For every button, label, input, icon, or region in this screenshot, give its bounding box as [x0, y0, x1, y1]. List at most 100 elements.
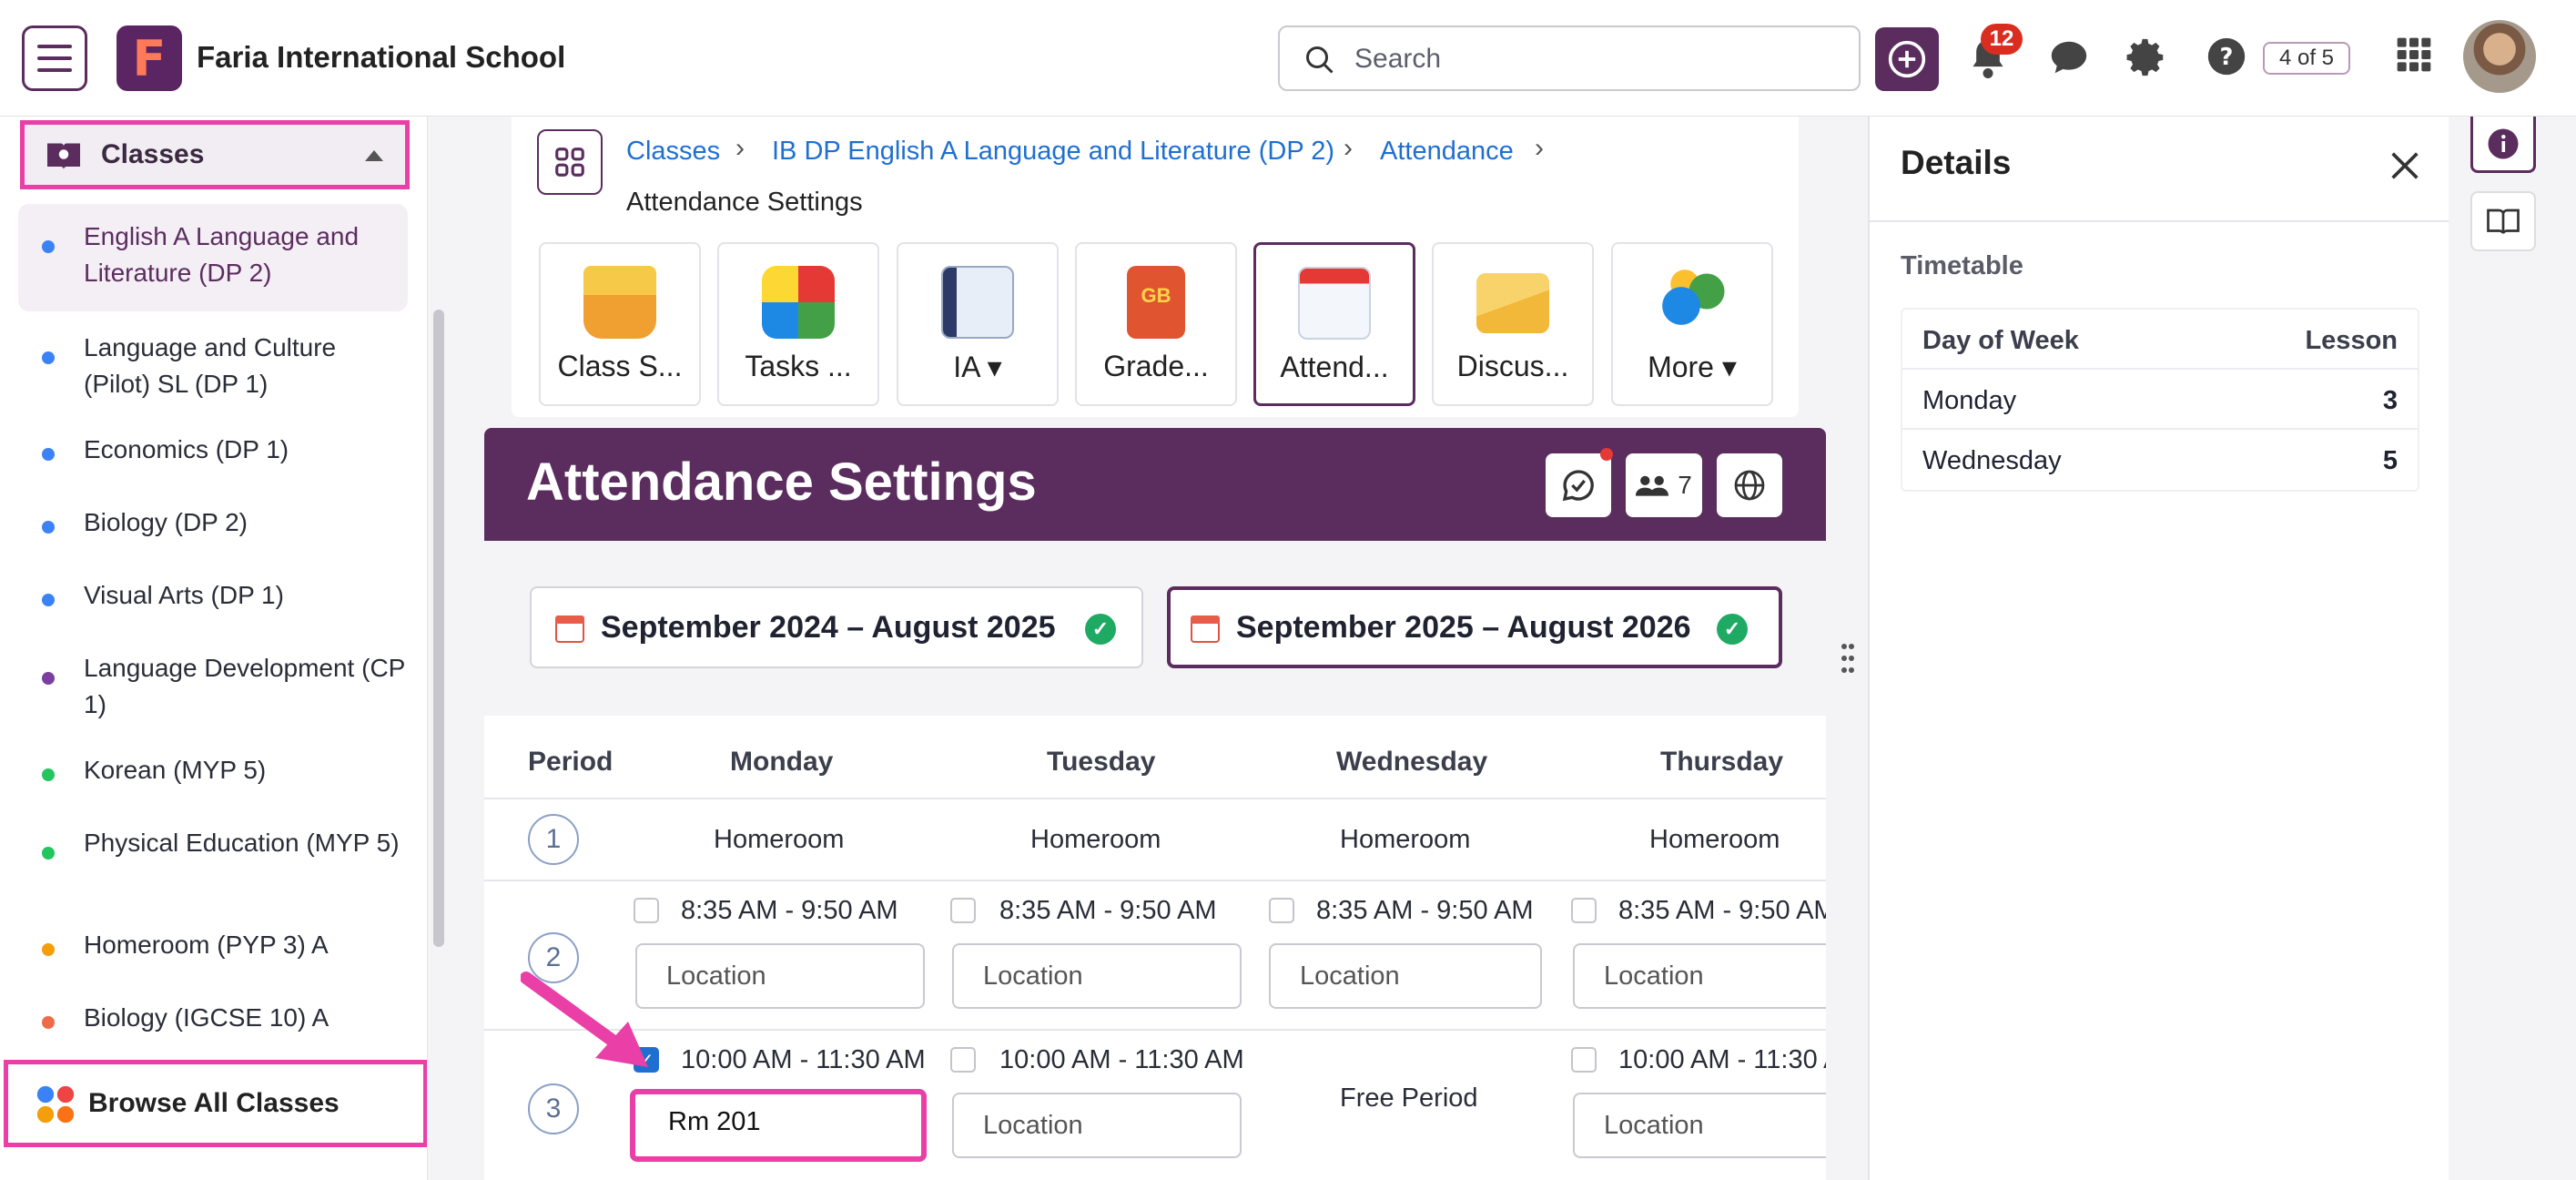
menu-button[interactable]: [22, 25, 87, 91]
class-dot-icon: [42, 448, 55, 461]
resize-handle-icon[interactable]: [1841, 643, 1855, 674]
tool-tile-discussions[interactable]: Discus...: [1432, 242, 1594, 406]
period-time: 8:35 AM - 9:50 AM: [999, 896, 1217, 925]
help-icon[interactable]: ?: [2206, 36, 2246, 76]
breadcrumb-link[interactable]: IB DP English A Language and Literature …: [772, 137, 1334, 167]
calendar-icon: [1191, 615, 1220, 643]
details-panel: Details Timetable Day of Week Lesson Mon…: [1868, 117, 2450, 1180]
period-checkbox[interactable]: [950, 898, 976, 923]
location-input[interactable]: Location: [952, 1093, 1242, 1158]
logo-letter: F: [132, 29, 167, 87]
sidebar-item-class[interactable]: Language Development (CP 1): [18, 639, 408, 727]
book-panel-button[interactable]: [2470, 191, 2536, 251]
info-icon: [2488, 128, 2519, 158]
location-input[interactable]: Location: [1269, 943, 1542, 1009]
search-icon: [1306, 46, 1334, 74]
chat-icon[interactable]: [2048, 36, 2090, 78]
breadcrumb-current: Attendance Settings: [626, 188, 863, 217]
gradebook-icon: GB: [1127, 266, 1185, 339]
browse-all-classes-label: Browse All Classes: [88, 1088, 340, 1118]
classes-section-label: Classes: [101, 139, 205, 169]
period-time: 10:00 AM - 11:30 AM: [1618, 1045, 1826, 1074]
tool-tile-more[interactable]: More ▾: [1611, 242, 1773, 406]
info-panel-button[interactable]: [2470, 117, 2536, 173]
class-dot-icon: [42, 672, 55, 685]
academic-year-label: September 2024 – August 2025: [601, 610, 1056, 645]
table-row: Wednesday 5: [1902, 430, 2418, 490]
users-icon: [1636, 475, 1669, 496]
location-input-filled[interactable]: Rm 201: [630, 1089, 927, 1162]
column-header-day: Thursday: [1660, 747, 1784, 777]
add-button[interactable]: [1875, 27, 1939, 91]
column-header-day: Tuesday: [1047, 747, 1156, 777]
period-checkbox[interactable]: [1571, 898, 1597, 923]
timetable-grid: Period Monday Tuesday Wednesday Thursday…: [484, 716, 1826, 1180]
class-stream-icon: [583, 266, 656, 339]
sidebar-item-class[interactable]: Biology (IGCSE 10) A: [18, 989, 408, 1047]
school-logo[interactable]: F: [117, 25, 182, 91]
academic-year-option[interactable]: September 2024 – August 2025 ✓: [530, 586, 1143, 668]
column-header: Day of Week: [1922, 326, 2079, 355]
location-input[interactable]: Location: [952, 943, 1242, 1009]
tool-tile-label: Tasks ...: [745, 350, 852, 382]
chat-check-icon: [1562, 470, 1594, 502]
unread-dot: [1600, 448, 1613, 461]
attendance-settings-content: September 2024 – August 2025 ✓ September…: [484, 541, 1826, 1180]
top-bar: F Faria International School Search 12 ?…: [0, 0, 2576, 117]
page-banner: Attendance Settings 7: [484, 428, 1826, 541]
sidebar-item-label: Physical Education (MYP 5): [84, 829, 400, 857]
period-time: 8:35 AM - 9:50 AM: [1316, 896, 1534, 925]
close-icon[interactable]: [2387, 148, 2423, 184]
location-input[interactable]: Location: [635, 943, 925, 1009]
breadcrumb-link[interactable]: Attendance: [1380, 137, 1514, 167]
period-checkbox[interactable]: [1269, 898, 1294, 923]
column-header-day: Monday: [730, 747, 834, 777]
sidebar-item-class[interactable]: Physical Education (MYP 5): [18, 814, 408, 901]
language-button[interactable]: [1717, 453, 1782, 517]
sidebar-item-class[interactable]: Economics (DP 1): [18, 421, 408, 479]
browse-all-classes-button[interactable]: Browse All Classes: [4, 1060, 427, 1147]
search-input[interactable]: Search: [1278, 25, 1861, 91]
check-circle-icon: ✓: [1085, 614, 1116, 645]
lesson-cell: 5: [2382, 446, 2398, 475]
tool-tile-attendance[interactable]: Attend...: [1253, 242, 1415, 406]
sidebar-item-class[interactable]: Biology (DP 2): [18, 493, 408, 552]
sidebar-scrollbar[interactable]: [433, 310, 444, 947]
cell-label: Homeroom: [1030, 825, 1161, 854]
sidebar-item-class[interactable]: Language and Culture (Pilot) SL (DP 1): [18, 319, 408, 406]
period-checkbox[interactable]: [1571, 1047, 1597, 1073]
column-header: Lesson: [2305, 326, 2398, 355]
sidebar-item-class[interactable]: Visual Arts (DP 1): [18, 566, 408, 625]
academic-year-label: September 2025 – August 2026: [1236, 610, 1691, 645]
sidebar-item-class[interactable]: Homeroom (PYP 3) A: [18, 916, 408, 974]
school-name[interactable]: Faria International School: [197, 40, 565, 75]
sidebar-item-label: Visual Arts (DP 1): [84, 581, 284, 609]
gear-icon[interactable]: [2126, 36, 2168, 78]
members-button[interactable]: 7: [1626, 453, 1702, 517]
app-grid-icon[interactable]: [2396, 36, 2432, 73]
period-checkbox[interactable]: [950, 1047, 976, 1073]
tool-tile-class-stream[interactable]: Class S...: [539, 242, 701, 406]
breadcrumb-link[interactable]: Classes: [626, 137, 720, 167]
academic-year-option-selected[interactable]: September 2025 – August 2026 ✓: [1167, 586, 1782, 668]
lesson-cell: 3: [2382, 386, 2398, 415]
tool-tile-ia[interactable]: IA ▾: [897, 242, 1059, 406]
tool-tile-gradebook[interactable]: GB Grade...: [1075, 242, 1237, 406]
sidebar-item-class[interactable]: Korean (MYP 5): [18, 741, 408, 799]
progress-counter[interactable]: 4 of 5: [2263, 42, 2350, 75]
period-time: 8:35 AM - 9:50 AM: [1618, 896, 1826, 925]
sidebar-item-class[interactable]: English A Language and Literature (DP 2): [18, 204, 408, 311]
row-divider: [484, 880, 1826, 881]
location-input[interactable]: Location: [1573, 1093, 1826, 1158]
sidebar-item-label: Economics (DP 1): [84, 435, 289, 463]
class-apps-button[interactable]: [537, 129, 603, 195]
tool-tile-tasks[interactable]: Tasks ...: [717, 242, 879, 406]
period-time: 10:00 AM - 11:30 AM: [681, 1045, 926, 1074]
location-input[interactable]: Location: [1573, 943, 1826, 1009]
user-avatar[interactable]: [2463, 20, 2536, 93]
classes-section-toggle[interactable]: Classes: [20, 120, 410, 189]
period-checkbox[interactable]: [634, 898, 659, 923]
puzzle-icon: [762, 266, 835, 339]
feedback-button[interactable]: [1546, 448, 1613, 517]
tool-tile-label: Class S...: [557, 350, 683, 382]
